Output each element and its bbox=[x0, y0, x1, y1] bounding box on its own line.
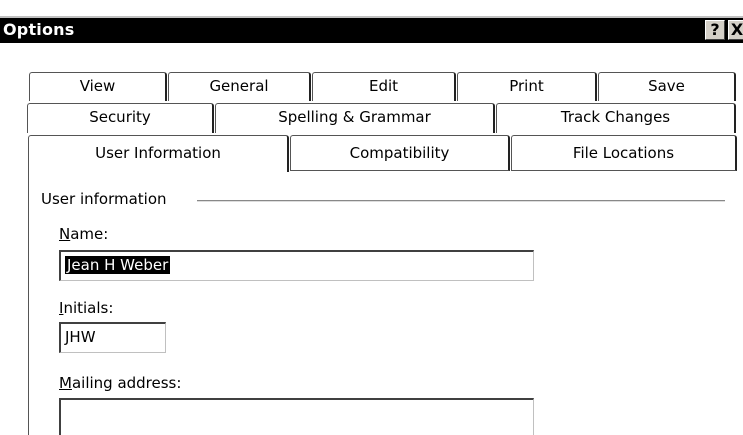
mailing-address-field[interactable] bbox=[59, 398, 534, 435]
tab-row-1: View General Edit Print Save bbox=[0, 72, 743, 101]
name-field[interactable]: Jean H Weber bbox=[59, 250, 534, 281]
tab-print[interactable]: Print bbox=[457, 72, 597, 101]
tab-spelling-grammar[interactable]: Spelling & Grammar bbox=[215, 103, 495, 133]
tab-security[interactable]: Security bbox=[27, 103, 214, 133]
mailing-address-label: Mailing address: bbox=[59, 374, 182, 392]
tab-edit[interactable]: Edit bbox=[312, 72, 456, 101]
group-label-user-information: User information bbox=[41, 190, 167, 208]
user-information-panel: User information Name: Jean H Weber Init… bbox=[28, 170, 743, 435]
options-dialog: Options ? X View General Edit Print Save… bbox=[0, 0, 743, 435]
tab-save[interactable]: Save bbox=[598, 72, 736, 101]
title-bar[interactable]: Options ? X bbox=[0, 16, 743, 43]
name-label: Name: bbox=[59, 225, 109, 243]
tab-file-locations[interactable]: File Locations bbox=[511, 135, 737, 171]
group-divider bbox=[197, 200, 725, 202]
initials-label: Initials: bbox=[59, 299, 114, 317]
tab-track-changes[interactable]: Track Changes bbox=[496, 103, 736, 133]
tab-row-3: User Information Compatibility File Loca… bbox=[0, 135, 743, 172]
close-button[interactable]: X bbox=[728, 20, 743, 40]
initials-field[interactable]: JHW bbox=[59, 322, 166, 353]
tab-compatibility[interactable]: Compatibility bbox=[290, 135, 510, 171]
tab-view[interactable]: View bbox=[29, 72, 167, 101]
tab-user-information[interactable]: User Information bbox=[28, 135, 289, 172]
dialog-title: Options bbox=[3, 20, 75, 39]
help-button[interactable]: ? bbox=[705, 20, 725, 40]
tab-general[interactable]: General bbox=[168, 72, 311, 101]
tab-row-2: Security Spelling & Grammar Track Change… bbox=[0, 103, 743, 133]
